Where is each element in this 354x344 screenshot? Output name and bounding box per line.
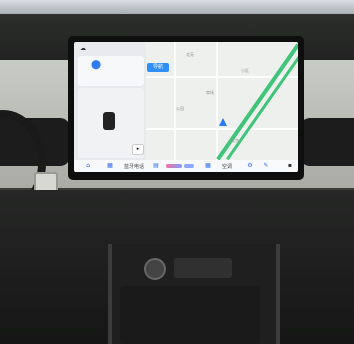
speaker-icon[interactable]: ▪ bbox=[288, 162, 292, 170]
media-icon[interactable]: ▤ bbox=[152, 162, 160, 170]
settings-icon[interactable]: ⚙ bbox=[246, 162, 254, 170]
dock-text-phone[interactable]: 蓝牙电话 bbox=[124, 163, 144, 170]
location-pin-icon: ⬤ bbox=[91, 60, 102, 70]
map-view[interactable]: 北苑 小区 商场 公园 北京 bbox=[146, 42, 298, 160]
dock-text-ac[interactable]: 空调 bbox=[222, 163, 232, 170]
current-location-arrow-icon bbox=[219, 118, 227, 126]
play-button[interactable]: ▸ bbox=[132, 144, 144, 155]
volume-dial[interactable] bbox=[144, 258, 166, 280]
dock-bar: ⌂ ▦ 蓝牙电话 ▤ ▦ 空调 ⚙ ✎ ▪ bbox=[74, 160, 298, 172]
navigate-button[interactable]: 导航 bbox=[147, 63, 169, 72]
status-bar: ☁ bbox=[74, 42, 298, 56]
map-label-2: 小区 bbox=[241, 68, 249, 73]
map-label-3: 商场 bbox=[206, 90, 214, 95]
apps-grid-icon[interactable]: ▦ bbox=[106, 162, 114, 170]
fan-indicator[interactable] bbox=[184, 164, 194, 168]
navigation-widget[interactable] bbox=[78, 56, 144, 86]
edit-icon[interactable]: ✎ bbox=[262, 162, 270, 170]
car-icon bbox=[103, 112, 115, 130]
grid-icon[interactable]: ▦ bbox=[204, 162, 212, 170]
storage-tray bbox=[120, 286, 260, 344]
car-interior-scene: 北苑 小区 商场 公园 北京 ☁ ⬤ ▸ 导航 ⌂ ▦ 蓝牙电话 ▤ ▦ 空调 … bbox=[0, 0, 354, 344]
weather-icon: ☁ bbox=[80, 45, 86, 52]
map-label-4: 公园 bbox=[176, 106, 184, 111]
map-label-5: 北京 bbox=[231, 138, 239, 143]
temperature-indicator[interactable] bbox=[166, 164, 182, 168]
right-air-vent bbox=[300, 118, 354, 166]
infotainment-screen: 北苑 小区 商场 公园 北京 ☁ ⬤ ▸ 导航 ⌂ ▦ 蓝牙电话 ▤ ▦ 空调 … bbox=[74, 42, 298, 172]
home-icon[interactable]: ⌂ bbox=[84, 162, 92, 170]
console-buttons[interactable] bbox=[174, 258, 232, 278]
